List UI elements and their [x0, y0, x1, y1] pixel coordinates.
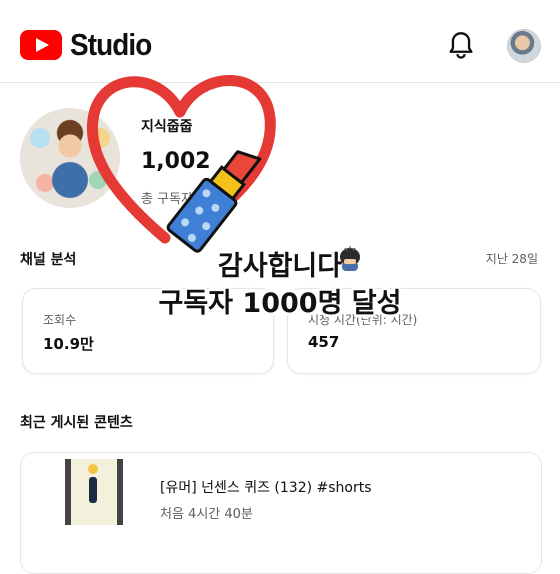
subscriber-label: 총 구독자 [141, 192, 193, 207]
video-meta: 처음 4시간 40분 [160, 507, 253, 522]
thumbnail-figure [89, 477, 97, 503]
metric-label: 조회수 [43, 313, 77, 327]
video-title[interactable]: [유머] 넌센스 퀴즈 (132) #shorts [160, 477, 372, 497]
bowing-person-icon [340, 246, 360, 271]
thumbnail-ball [88, 464, 98, 474]
metric-value: 457 [308, 333, 340, 351]
recent-content-title: 최근 게시된 콘텐츠 [20, 415, 133, 431]
analytics-title: 채널 분석 [20, 252, 77, 268]
account-avatar[interactable] [507, 29, 541, 63]
channel-avatar [20, 108, 120, 208]
video-thumbnail[interactable] [65, 459, 123, 525]
video-list-item[interactable]: [유머] 넌센스 퀴즈 (132) #shorts 처음 4시간 40분 [20, 452, 542, 574]
youtube-logo-icon [20, 30, 62, 60]
bell-icon[interactable] [447, 31, 475, 61]
thanks-caption: 감사합니다 [217, 251, 343, 282]
analytics-period: 지난 28일 [485, 252, 538, 266]
milestone-caption: 구독자 1000명 달성 [158, 288, 402, 319]
app-name: Studio [70, 27, 152, 62]
top-app-bar: Studio [0, 0, 560, 83]
metric-value: 10.9만 [43, 335, 94, 353]
channel-name: 지식줍줍 [141, 119, 193, 135]
studio-logo[interactable]: Studio [20, 27, 160, 63]
subscriber-count: 1,002 [141, 149, 211, 174]
